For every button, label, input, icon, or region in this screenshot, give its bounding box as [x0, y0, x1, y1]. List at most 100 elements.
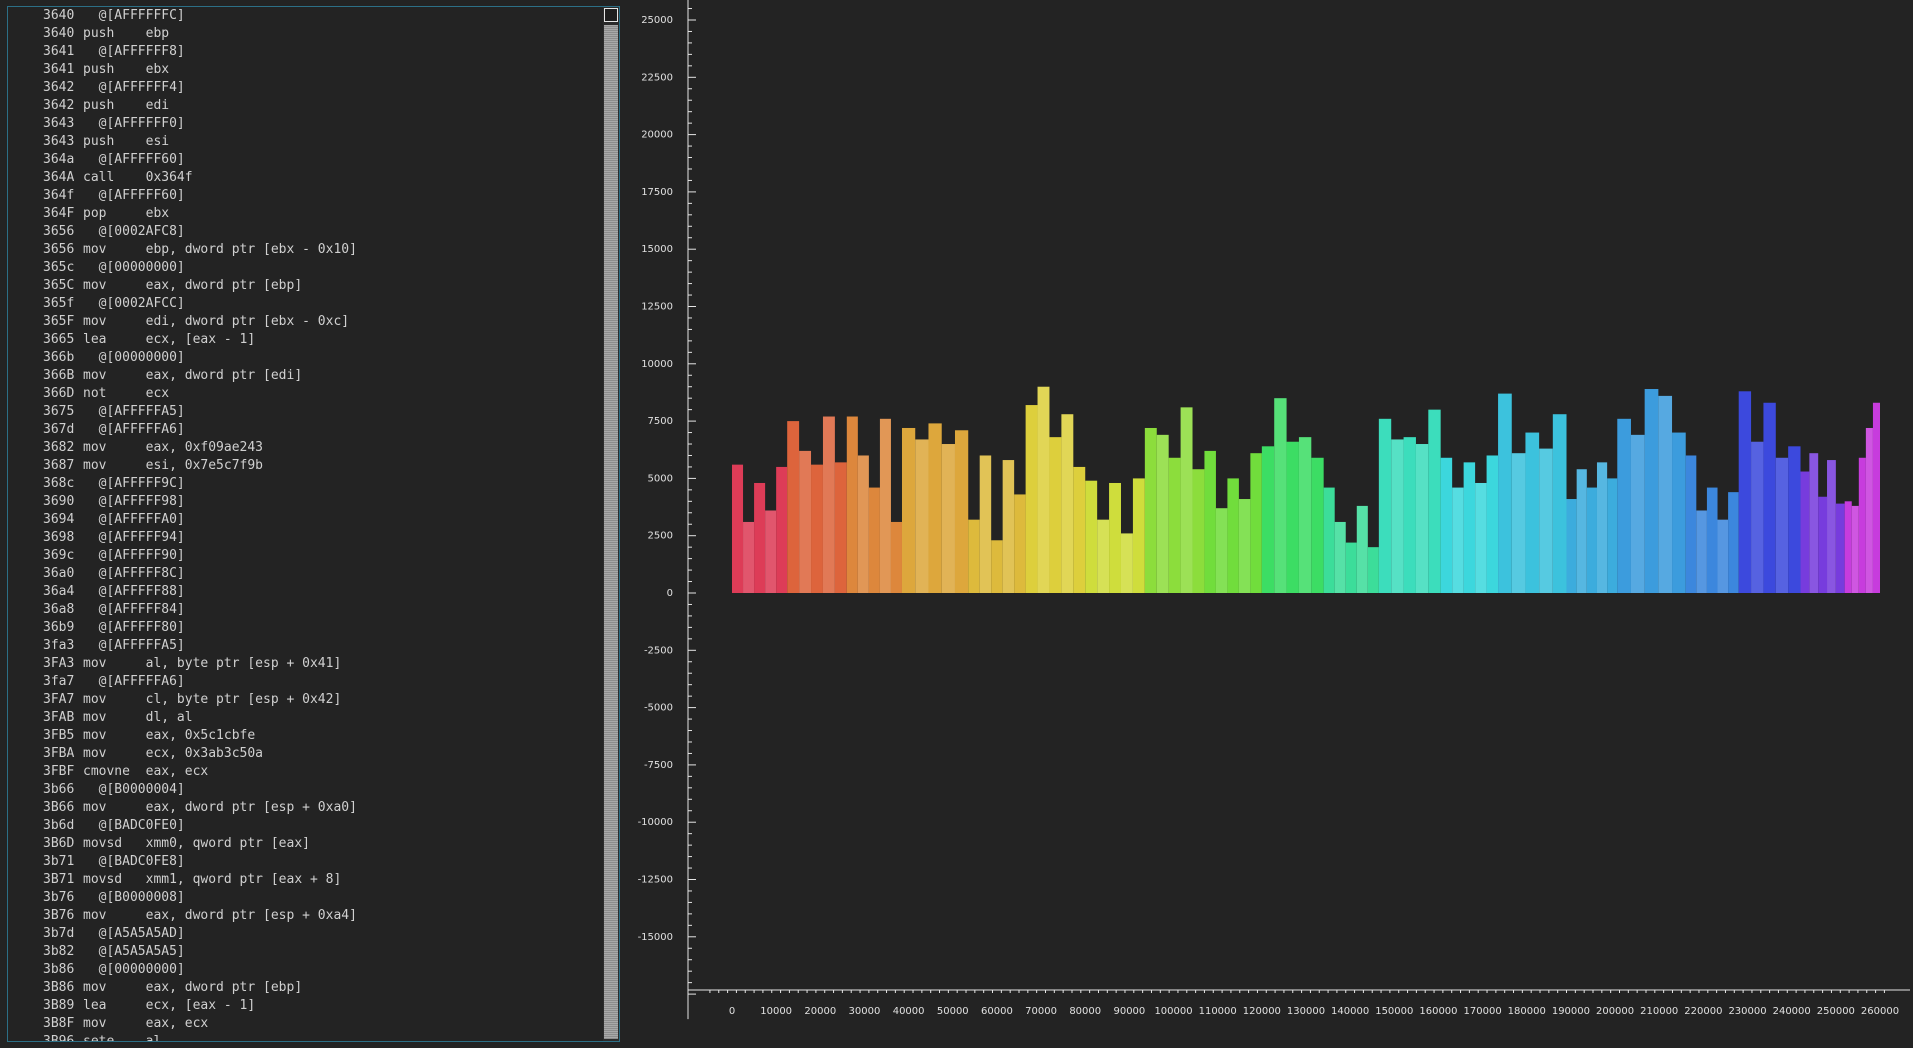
trace-address: 3656: [43, 242, 75, 257]
bar: [1800, 471, 1810, 593]
bar: [1827, 460, 1836, 593]
bar: [799, 450, 812, 593]
trace-address: 3682: [43, 440, 75, 455]
x-tick-label: 250000: [1817, 1006, 1855, 1017]
y-tick-label: 7500: [648, 416, 673, 427]
trace-address: 3b71: [43, 854, 75, 869]
scroll-up-button[interactable]: [604, 8, 618, 22]
bar: [868, 487, 880, 593]
bar: [1865, 427, 1873, 593]
bar: [1685, 455, 1697, 593]
bar: [765, 510, 777, 593]
bar: [1672, 432, 1686, 593]
vertical-scrollbar[interactable]: [603, 7, 619, 1041]
x-tick-label: 30000: [849, 1006, 881, 1017]
bar: [1539, 448, 1553, 593]
bar: [1121, 533, 1133, 593]
bar: [1475, 482, 1487, 593]
trace-text: mov cl, byte ptr [esp + 0x42]: [83, 692, 342, 707]
bar: [1440, 457, 1453, 593]
bar: [1644, 389, 1659, 593]
x-tick-label: 120000: [1243, 1006, 1281, 1017]
bar: [1486, 455, 1499, 593]
trace-address: 36b9: [43, 620, 75, 635]
bar: [954, 430, 969, 593]
trace-text: @[AFFFFF60]: [83, 188, 185, 203]
trace-address: 3FA7: [43, 692, 75, 707]
trace-text: mov ebp, dword ptr [ebx - 0x10]: [83, 242, 357, 257]
trace-panel[interactable]: 3640 @[AFFFFFFC] 3640 push ebp 3641 @[AFFFF…: [7, 6, 620, 1042]
trace-address: 3FBF: [43, 764, 75, 779]
trace-text: mov esi, 0x7e5c7f9b: [83, 458, 264, 473]
trace-address: 3675: [43, 404, 75, 419]
trace-text: mov eax, dword ptr [ebp]: [83, 980, 303, 995]
bar: [1525, 432, 1540, 593]
trace-text: not ecx: [83, 386, 170, 401]
x-tick-label: 260000: [1861, 1006, 1899, 1017]
trace-address: 3fa7: [43, 674, 75, 689]
x-tick-label: 170000: [1464, 1006, 1502, 1017]
bar: [1452, 487, 1464, 593]
bar: [1403, 437, 1416, 593]
trace-address: 3b66: [43, 782, 75, 797]
trace-address: 3fa3: [43, 638, 75, 653]
trace-address: 364A: [43, 170, 75, 185]
trace-text: @[AFFFFF8C]: [83, 566, 185, 581]
bar: [1415, 444, 1429, 593]
bar: [1180, 407, 1193, 593]
trace-text: push ebx: [83, 62, 170, 77]
trace-text: mov eax, dword ptr [ebp]: [83, 278, 303, 293]
bar: [1576, 469, 1587, 593]
trace-text: @[AFFFFFF4]: [83, 80, 185, 95]
scrollbar-thumb[interactable]: [604, 25, 618, 1039]
y-tick-label: -5000: [644, 703, 673, 714]
y-tick-label: 20000: [641, 130, 673, 141]
x-tick-label: 10000: [760, 1006, 792, 1017]
bars-layer: [732, 386, 1880, 593]
trace-address: 365F: [43, 314, 75, 329]
trace-text: @[AFFFFFF8]: [83, 44, 185, 59]
bar: [1872, 402, 1880, 593]
trace-address: 3B66: [43, 800, 75, 815]
trace-text: @[BADC0FE8]: [83, 854, 185, 869]
bar: [834, 462, 847, 593]
bar: [1788, 446, 1801, 593]
trace-address: 364a: [43, 152, 75, 167]
trace-address: 3643: [43, 134, 75, 149]
trace-address: 3FB5: [43, 728, 75, 743]
x-tick-label: 220000: [1684, 1006, 1722, 1017]
trace-address: 3640: [43, 26, 75, 41]
bar: [1630, 434, 1645, 593]
x-tick-label: 70000: [1025, 1006, 1057, 1017]
bar: [1552, 414, 1567, 593]
bar: [1204, 450, 1216, 593]
trace-text: @[0002AFC8]: [83, 224, 185, 239]
trace-address: 3b82: [43, 944, 75, 959]
trace-text: mov al, byte ptr [esp + 0x41]: [83, 656, 342, 671]
y-tick-label: 17500: [641, 187, 673, 198]
trace-address: 3698: [43, 530, 75, 545]
bar: [1085, 480, 1098, 593]
trace-address: 3B89: [43, 998, 75, 1013]
trace-text: @[AFFFFF98]: [83, 494, 185, 509]
trace-address: 3B96: [43, 1034, 75, 1042]
bar: [1261, 446, 1275, 593]
x-tick-label: 160000: [1419, 1006, 1457, 1017]
trace-text: movsd xmm1, qword ptr [eax + 8]: [83, 872, 342, 887]
trace-text: @[AFFFFFA0]: [83, 512, 185, 527]
y-tick-label: 5000: [648, 473, 673, 484]
x-tick-label: 190000: [1552, 1006, 1590, 1017]
trace-address: 366B: [43, 368, 75, 383]
trace-text: @[00000000]: [83, 350, 185, 365]
x-tick-label: 20000: [804, 1006, 836, 1017]
x-tick-label: 150000: [1375, 1006, 1413, 1017]
trace-address: 36a0: [43, 566, 75, 581]
bar: [1818, 496, 1828, 593]
trace-text: @[AFFFFF84]: [83, 602, 185, 617]
trace-text: @[AFFFFFA5]: [83, 404, 185, 419]
trace-text: lea ecx, [eax - 1]: [83, 332, 256, 347]
trace-address: 3B8F: [43, 1016, 75, 1031]
trace-text: push esi: [83, 134, 170, 149]
trace-text: @[AFFFFFF0]: [83, 116, 185, 131]
x-tick-label: 210000: [1640, 1006, 1678, 1017]
